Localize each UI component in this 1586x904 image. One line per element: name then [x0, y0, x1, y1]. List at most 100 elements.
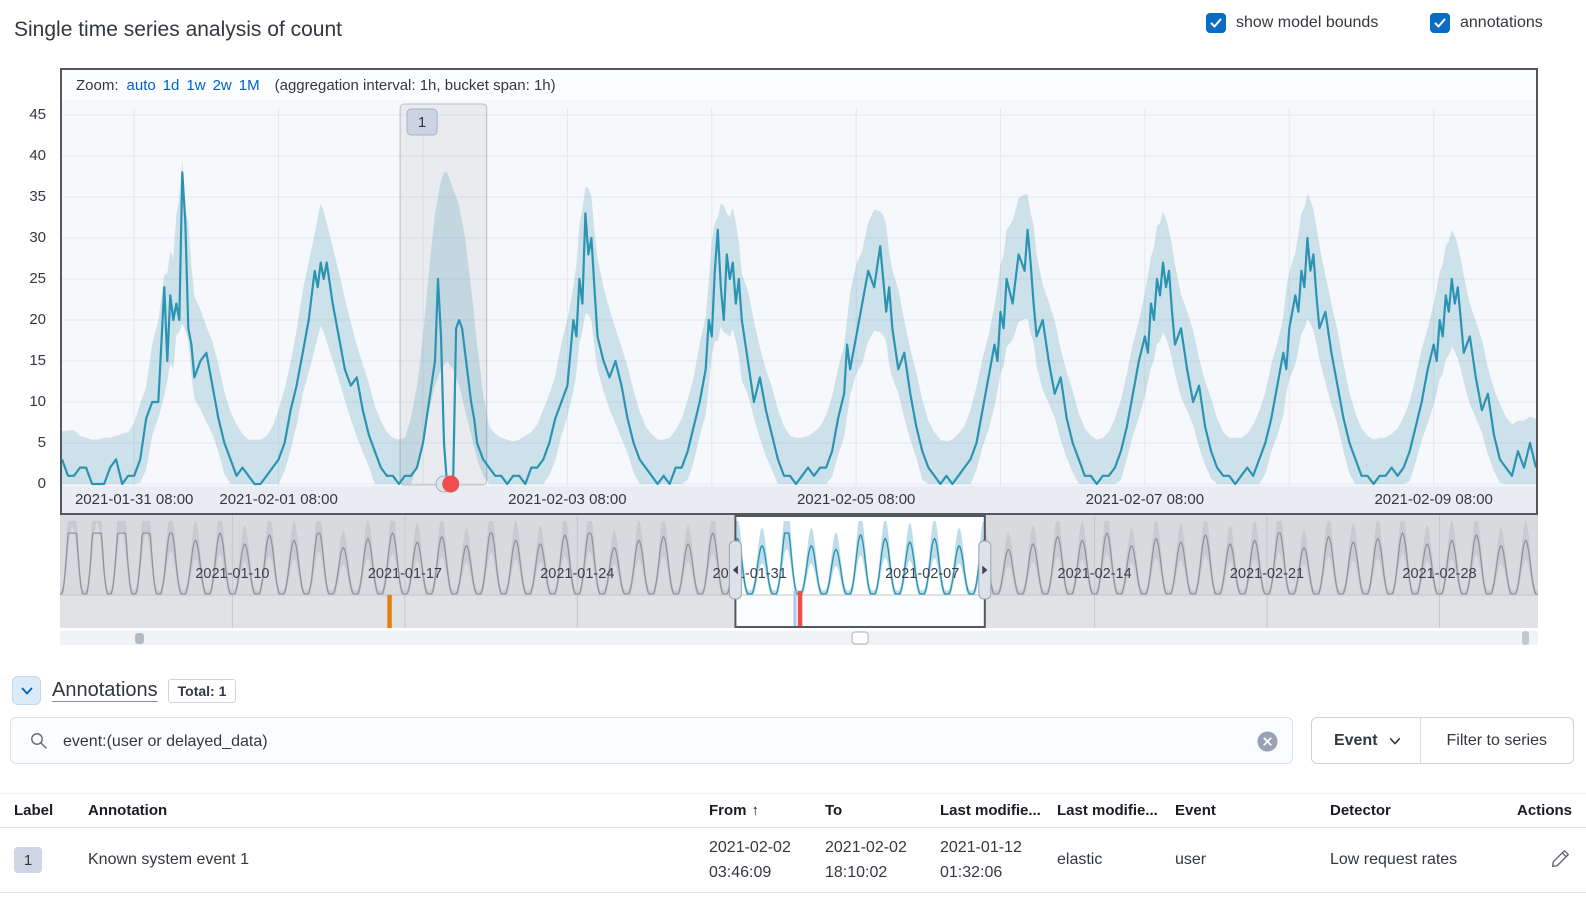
- show-model-bounds-option: show model bounds: [1206, 13, 1378, 33]
- column-header-actions: Actions: [1497, 802, 1572, 819]
- chevron-down-icon: [19, 683, 35, 699]
- x-axis-label: 2021-02-01 08:00: [219, 491, 337, 508]
- zoom-link-2w[interactable]: 2w: [213, 77, 232, 94]
- zoom-link-1M[interactable]: 1M: [239, 77, 260, 94]
- show-model-bounds-checkbox[interactable]: [1206, 13, 1226, 33]
- column-header-from-label: From: [709, 802, 747, 819]
- context-date-label: 2021-01-31: [713, 566, 787, 582]
- brush-handle-left[interactable]: [729, 541, 741, 599]
- to-time: 18:10:02: [825, 864, 887, 881]
- focus-chart-panel: Zoom: auto 1d 1w 2w 1M (aggregation interval: …: [60, 68, 1538, 515]
- to-cell: 2021-02-02 18:10:02: [825, 835, 940, 885]
- svg-text:1: 1: [418, 114, 426, 131]
- y-axis-label: 40: [2, 146, 46, 166]
- event-cell: user: [1175, 851, 1330, 869]
- annotations-search: [10, 717, 1293, 764]
- brush-handle-right[interactable]: [979, 541, 991, 599]
- filter-to-series-button[interactable]: Filter to series: [1420, 718, 1573, 763]
- x-axis-label: 2021-02-05 08:00: [797, 491, 915, 508]
- edit-annotation-button[interactable]: [1549, 847, 1572, 873]
- context-date-label: 2021-02-28: [1402, 566, 1476, 582]
- chevron-down-icon: [1388, 734, 1402, 748]
- collapse-annotations-button[interactable]: [12, 676, 41, 705]
- column-header-event[interactable]: Event: [1175, 802, 1330, 819]
- filter-button-group: Event Filter to series: [1311, 717, 1574, 764]
- last-modified-date: 2021-01-12: [940, 839, 1022, 856]
- y-axis-label: 35: [2, 187, 46, 207]
- checkmark-icon: [1432, 15, 1448, 31]
- context-annotation-marker-red[interactable]: [798, 591, 803, 628]
- x-axis-label: 2021-01-31 08:00: [75, 491, 193, 508]
- page-title: Single time series analysis of count: [14, 18, 342, 42]
- y-axis-label: 25: [2, 269, 46, 289]
- clear-search-button[interactable]: [1257, 731, 1278, 752]
- table-header-row: Label Annotation From ↑ To Last modifie..…: [0, 793, 1586, 828]
- aggregation-info: (aggregation interval: 1h, bucket span: …: [275, 77, 556, 94]
- context-annotation-marker-orange[interactable]: [387, 595, 392, 628]
- column-header-label[interactable]: Label: [14, 802, 88, 819]
- y-axis-label: 10: [2, 392, 46, 412]
- y-axis-label: 5: [2, 433, 46, 453]
- y-axis-labels: 0 5 10 15 20 25 30 35 40 45: [0, 68, 52, 515]
- column-header-last-modified-by[interactable]: Last modifie...: [1057, 802, 1175, 819]
- table-row: 1 Known system event 1 2021-02-02 03:46:0…: [0, 828, 1586, 893]
- y-axis-label: 20: [2, 310, 46, 330]
- context-date-label: 2021-01-17: [368, 566, 442, 582]
- column-header-annotation[interactable]: Annotation: [88, 802, 709, 819]
- anomaly-marker[interactable]: [442, 476, 459, 493]
- close-icon: [1257, 731, 1278, 752]
- search-icon: [29, 731, 49, 751]
- context-annotation-marker-blue[interactable]: [793, 591, 796, 628]
- annotations-label: annotations: [1460, 14, 1543, 32]
- last-modified-by-cell: elastic: [1057, 851, 1175, 869]
- last-modified-time: 01:32:06: [940, 864, 1002, 881]
- pencil-icon: [1551, 849, 1570, 868]
- single-metric-viewer: Single time series analysis of count sho…: [0, 0, 1586, 904]
- event-dropdown-label: Event: [1334, 732, 1378, 750]
- y-axis-label: 15: [2, 351, 46, 371]
- x-axis-label: 2021-02-03 08:00: [508, 491, 626, 508]
- context-date-label: 2021-01-24: [540, 566, 614, 582]
- scrollbar-handle[interactable]: [1522, 631, 1529, 645]
- zoom-controls: Zoom: auto 1d 1w 2w 1M (aggregation interval: …: [62, 70, 1536, 100]
- column-header-to[interactable]: To: [825, 802, 940, 819]
- brush-scroll-thumb[interactable]: [852, 632, 868, 644]
- column-header-last-modified-date[interactable]: Last modifie...: [940, 802, 1057, 819]
- from-time: 03:46:09: [709, 864, 771, 881]
- annotation-label-badge: 1: [14, 847, 42, 873]
- zoom-link-1d[interactable]: 1d: [163, 77, 180, 94]
- sort-ascending-icon: ↑: [752, 802, 760, 819]
- from-date: 2021-02-02: [709, 839, 791, 856]
- column-header-from[interactable]: From ↑: [709, 802, 825, 819]
- zoom-label: Zoom:: [76, 77, 119, 94]
- column-header-detector[interactable]: Detector: [1330, 802, 1497, 819]
- event-dropdown-button[interactable]: Event: [1312, 718, 1420, 763]
- annotations-checkbox[interactable]: [1430, 13, 1450, 33]
- context-date-label: 2021-01-10: [195, 566, 269, 582]
- x-axis-label: 2021-02-09 08:00: [1374, 491, 1492, 508]
- checkmark-icon: [1208, 15, 1224, 31]
- annotations-table: Label Annotation From ↑ To Last modifie..…: [0, 793, 1586, 893]
- detector-cell: Low request rates: [1330, 851, 1497, 869]
- annotations-search-input[interactable]: [61, 719, 1245, 764]
- y-axis-label: 0: [2, 474, 46, 494]
- x-axis-label: 2021-02-07 08:00: [1086, 491, 1204, 508]
- show-model-bounds-label: show model bounds: [1236, 14, 1378, 32]
- from-cell: 2021-02-02 03:46:09: [709, 835, 825, 885]
- zoom-link-auto[interactable]: auto: [127, 77, 156, 94]
- context-date-label: 2021-02-14: [1058, 566, 1132, 582]
- last-modified-date-cell: 2021-01-12 01:32:06: [940, 835, 1057, 885]
- context-date-label: 2021-02-07: [885, 566, 959, 582]
- scrollbar-handle[interactable]: [135, 633, 144, 644]
- zoom-link-1w[interactable]: 1w: [186, 77, 205, 94]
- annotations-toolbar: Event Filter to series: [10, 717, 1576, 764]
- annotations-option: annotations: [1430, 13, 1543, 33]
- focus-chart[interactable]: 2021-01-31 08:00 2021-02-01 08:00 2021-02-…: [62, 100, 1536, 513]
- context-chart[interactable]: 2021-01-10 2021-01-17 2021-01-24 2021-01-31…: [60, 515, 1538, 646]
- annotation-text-cell: Known system event 1: [88, 851, 709, 869]
- total-badge: Total: 1: [168, 679, 237, 703]
- to-date: 2021-02-02: [825, 839, 907, 856]
- annotations-heading: Annotations: [52, 679, 158, 702]
- y-axis-label: 30: [2, 228, 46, 248]
- y-axis-label: 45: [2, 105, 46, 125]
